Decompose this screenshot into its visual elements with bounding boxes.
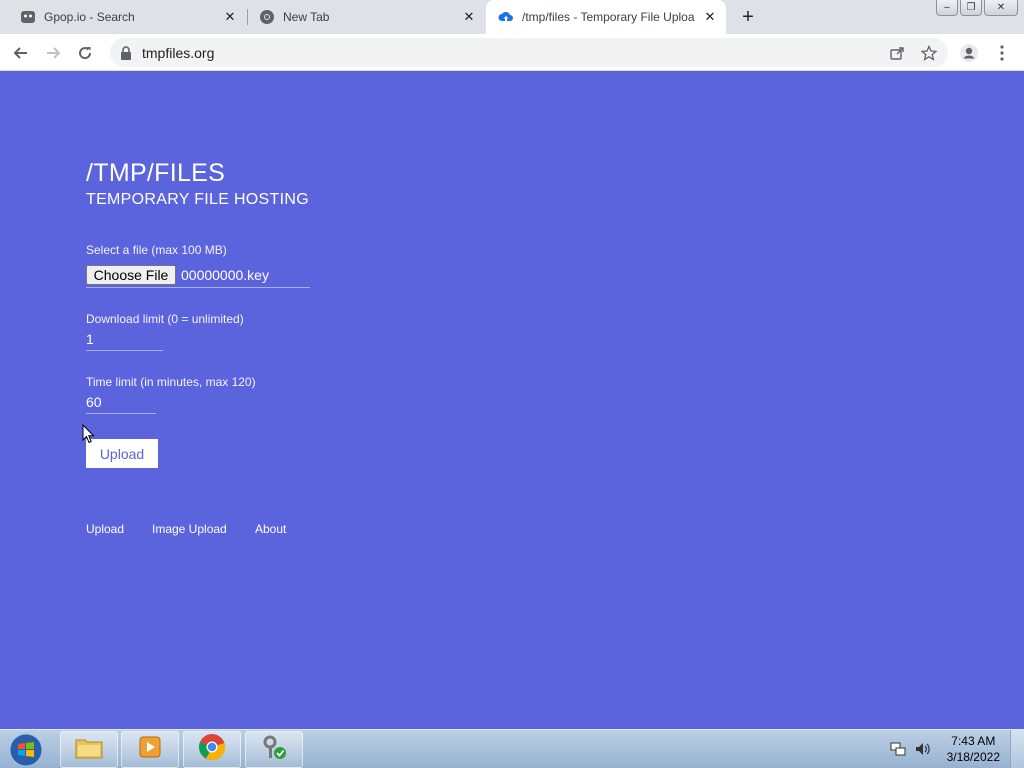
show-desktop-button[interactable] [1010, 730, 1024, 768]
media-player-icon [137, 734, 163, 765]
time-limit-input[interactable]: 60 [86, 392, 156, 414]
taskbar-media-player[interactable] [121, 731, 179, 768]
reload-icon[interactable] [72, 40, 98, 66]
download-limit-label: Download limit (0 = unlimited) [86, 312, 244, 326]
taskbar-file-explorer[interactable] [60, 731, 118, 768]
close-tab-icon[interactable]: ✕ [459, 7, 479, 27]
bookmark-star-icon[interactable] [920, 44, 938, 62]
security-tool-icon [260, 733, 288, 766]
taskbar-security-tool[interactable] [245, 731, 303, 768]
network-icon[interactable] [890, 741, 906, 757]
footer-link-image-upload[interactable]: Image Upload [152, 522, 227, 536]
close-tab-icon[interactable]: ✕ [700, 7, 720, 27]
back-arrow-icon[interactable] [8, 40, 34, 66]
share-icon[interactable] [888, 44, 906, 62]
tab-title: New Tab [283, 10, 330, 24]
chrome-favicon [259, 9, 275, 25]
file-input[interactable]: Choose File 00000000.key [86, 263, 310, 288]
windows-taskbar: 7:43 AM 3/18/2022 [0, 729, 1024, 768]
window-controls: – ❐ ✕ [936, 0, 1018, 16]
cloud-upload-favicon [498, 9, 514, 25]
tab-title: /tmp/files - Temporary File Uploa [522, 10, 695, 24]
footer-link-about[interactable]: About [255, 522, 286, 536]
address-bar[interactable]: tmpfiles.org [110, 38, 948, 67]
volume-icon[interactable] [914, 741, 930, 757]
close-window-icon[interactable]: ✕ [984, 0, 1018, 16]
taskbar-chrome[interactable] [183, 731, 241, 768]
selected-file-name: 00000000.key [181, 267, 269, 283]
mouse-cursor-icon [82, 423, 95, 449]
file-explorer-icon [74, 734, 104, 765]
menu-kebab-icon[interactable] [990, 41, 1014, 65]
browser-toolbar: tmpfiles.org [0, 34, 1024, 71]
lock-icon [120, 45, 132, 60]
site-title: /TMP/FILES [86, 159, 226, 187]
download-limit-input[interactable]: 1 [86, 329, 163, 351]
choose-file-button[interactable]: Choose File [86, 265, 176, 285]
close-tab-icon[interactable]: ✕ [220, 7, 240, 27]
tab-gpop[interactable]: Gpop.io - Search ✕ [0, 0, 246, 34]
tab-title: Gpop.io - Search [44, 10, 135, 24]
footer-link-upload[interactable]: Upload [86, 522, 124, 536]
page-content: /TMP/FILES TEMPORARY FILE HOSTING Select… [0, 71, 1024, 729]
restore-icon[interactable]: ❐ [960, 0, 982, 16]
upload-button[interactable]: Upload [86, 439, 158, 468]
start-button[interactable] [6, 731, 46, 768]
clock-date: 3/18/2022 [946, 750, 1000, 764]
url-text: tmpfiles.org [142, 44, 215, 61]
time-limit-label: Time limit (in minutes, max 120) [86, 375, 256, 389]
gpop-favicon [20, 9, 36, 25]
minimize-icon[interactable]: – [936, 0, 958, 16]
clock-time: 7:43 AM [951, 734, 996, 748]
profile-avatar-icon[interactable] [957, 41, 981, 65]
new-tab-button[interactable]: + [736, 6, 760, 28]
tab-strip: Gpop.io - Search ✕ New Tab ✕ /tmp/files … [0, 0, 1024, 34]
forward-arrow-icon[interactable] [40, 40, 66, 66]
system-clock[interactable]: 7:43 AM 3/18/2022 [947, 733, 1000, 765]
file-select-label: Select a file (max 100 MB) [86, 243, 227, 257]
tab-new-tab[interactable]: New Tab ✕ [239, 0, 485, 34]
site-subtitle: TEMPORARY FILE HOSTING [86, 191, 309, 208]
tab-tmpfiles[interactable]: /tmp/files - Temporary File Uploa ✕ [486, 0, 726, 34]
chrome-icon [198, 733, 226, 766]
